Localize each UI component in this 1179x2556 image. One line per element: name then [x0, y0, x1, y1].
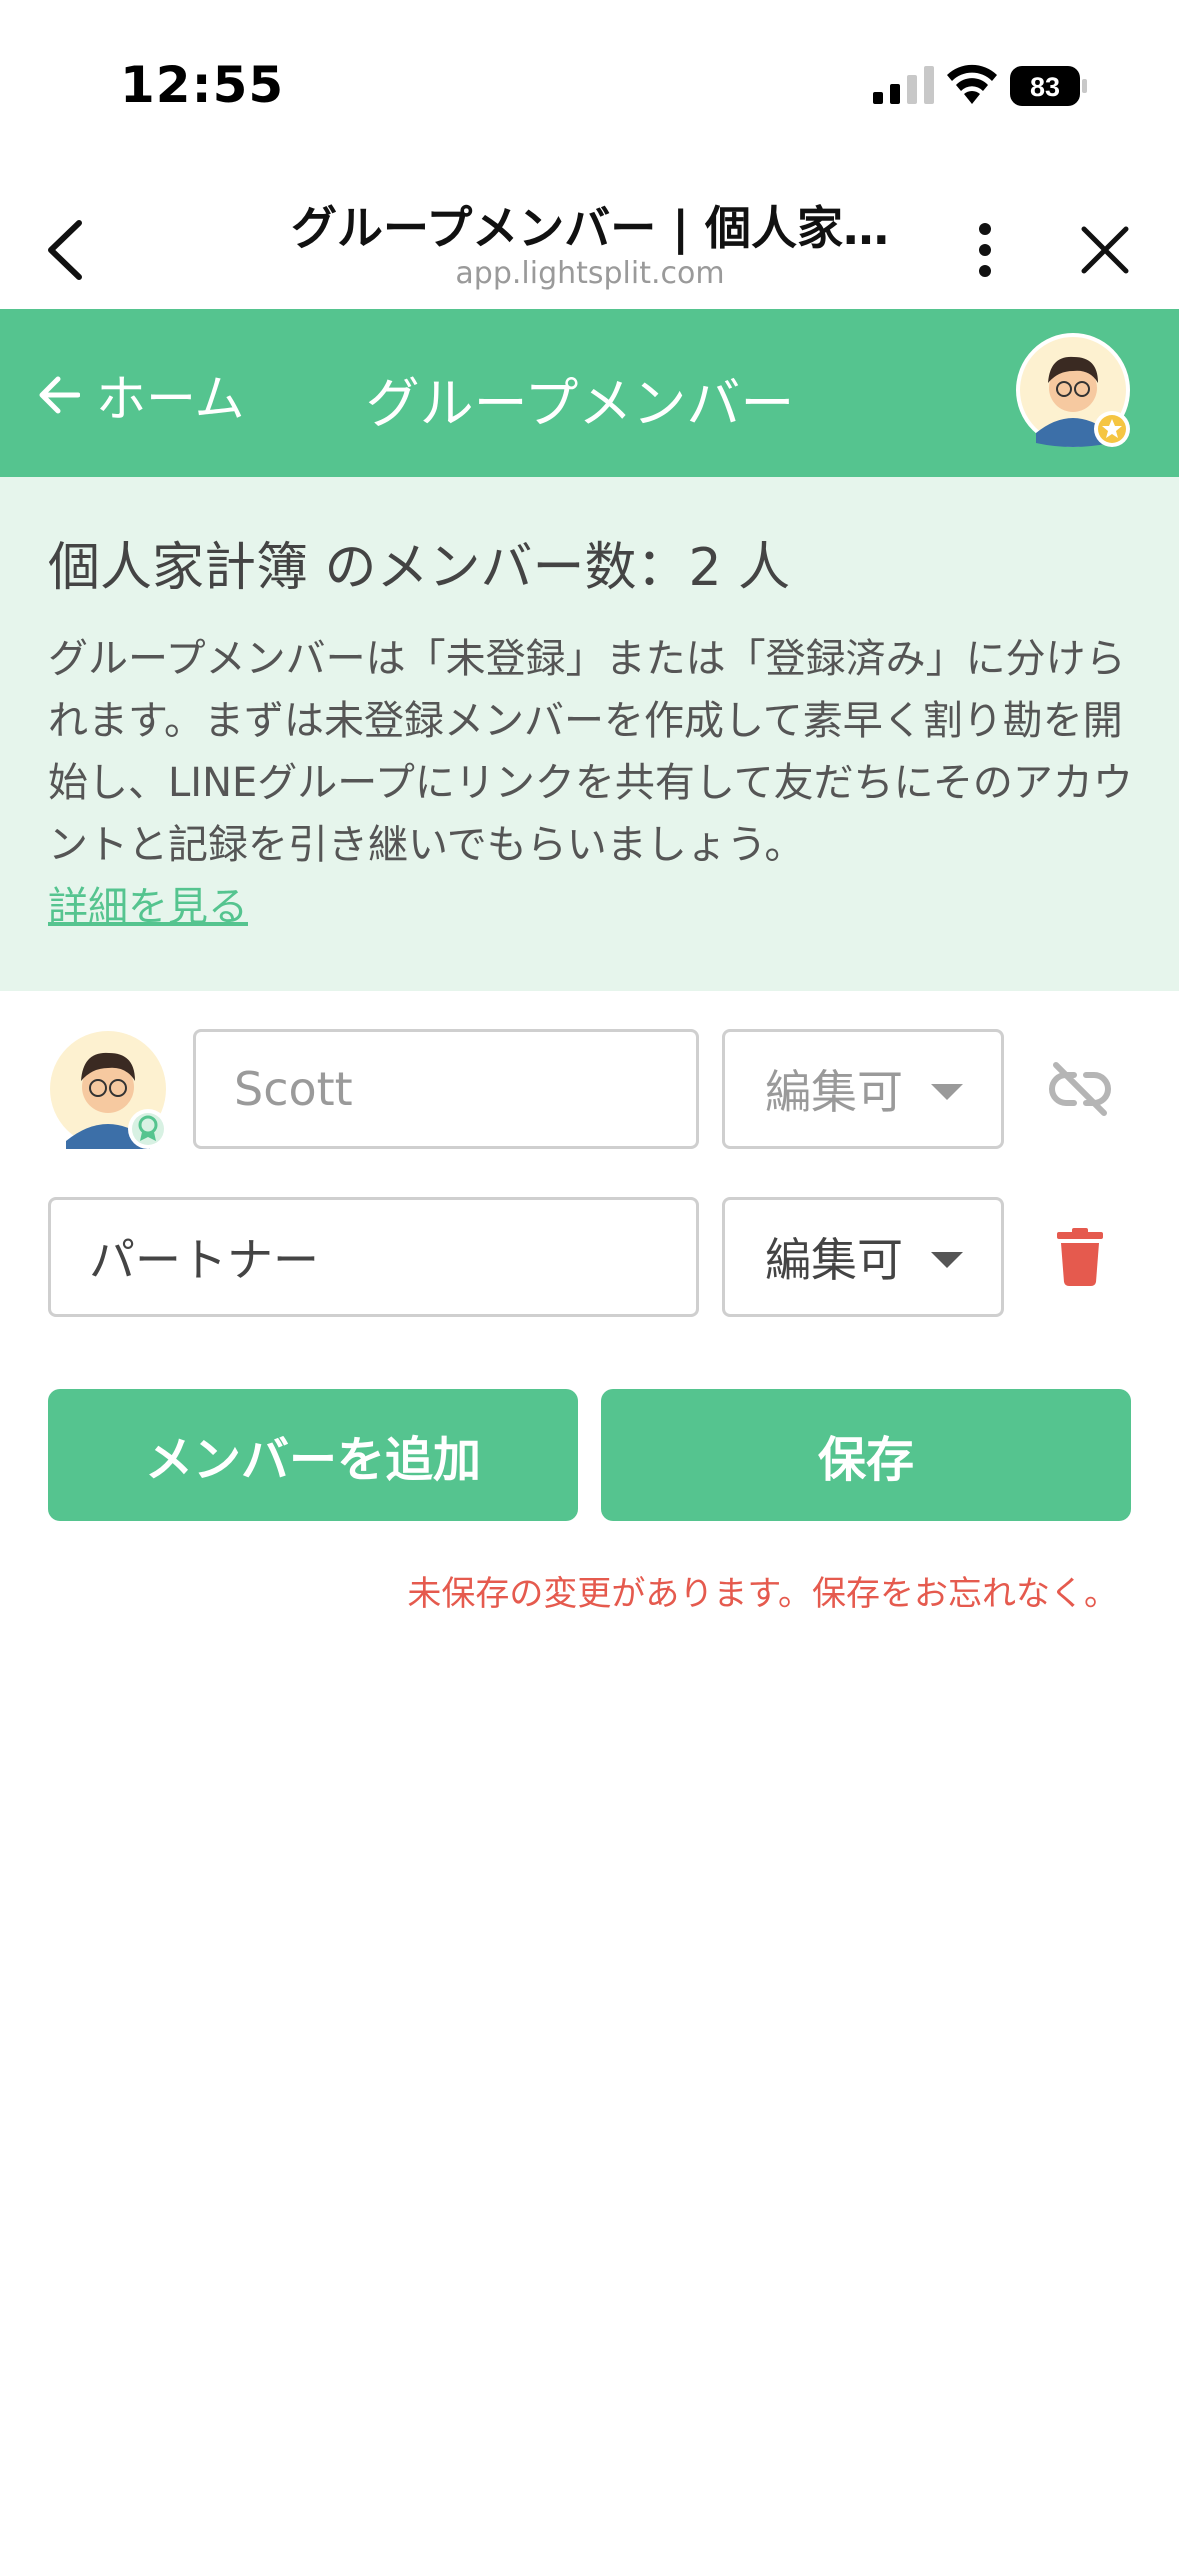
- permission-select[interactable]: 編集可: [722, 1029, 1004, 1149]
- info-description-text: グループメンバーは「未登録」または「登録済み」に分けられます。まずは未登録メンバ…: [48, 636, 1133, 868]
- browser-page-title: グループメンバー | 個人家…: [290, 201, 890, 255]
- chevron-left-icon: [48, 220, 82, 280]
- wifi-icon: [947, 64, 997, 104]
- delete-member-button[interactable]: [1040, 1217, 1120, 1297]
- browser-url: app.lightsplit.com: [455, 256, 725, 291]
- page-title: グループメンバー: [365, 372, 795, 435]
- permission-select[interactable]: 編集可: [722, 1197, 1004, 1317]
- member-name-input[interactable]: Scott: [193, 1029, 699, 1149]
- cellular-signal-icon: [873, 66, 934, 104]
- user-avatar[interactable]: [1016, 333, 1134, 451]
- browser-bar: グループメンバー | 個人家… app.lightsplit.com: [0, 170, 1179, 310]
- member-count-heading: 個人家計簿 のメンバー数：2 人: [48, 538, 791, 598]
- member-row: パートナー 編集可: [0, 1197, 1179, 1317]
- member-row: Scott 編集可: [0, 1029, 1179, 1149]
- permission-value: 編集可: [765, 1065, 903, 1119]
- member-name-input[interactable]: パートナー: [48, 1197, 699, 1317]
- close-icon: [1081, 226, 1129, 274]
- home-link-label: ホーム: [96, 370, 245, 428]
- browser-more-button[interactable]: [960, 210, 1010, 290]
- group-info-section: 個人家計簿 のメンバー数：2 人 グループメンバーは「未登録」または「登録済み」…: [0, 477, 1179, 991]
- trash-icon: [1057, 1228, 1103, 1286]
- battery-icon: 83: [1010, 66, 1087, 106]
- member-avatar: [50, 1031, 168, 1149]
- add-member-button[interactable]: メンバーを追加: [48, 1389, 578, 1521]
- arrow-left-icon: [39, 376, 80, 414]
- home-link[interactable]: ホーム: [38, 359, 245, 431]
- caret-down-icon: [931, 1084, 963, 1100]
- unlink-button[interactable]: [1040, 1049, 1120, 1129]
- battery-level: 83: [1030, 72, 1060, 102]
- status-time: 12:55: [120, 56, 285, 114]
- status-bar: 12:55 83: [0, 0, 1179, 170]
- permission-value: 編集可: [765, 1233, 903, 1287]
- browser-close-button[interactable]: [1070, 210, 1140, 290]
- save-button[interactable]: 保存: [601, 1389, 1131, 1521]
- more-vertical-icon: [979, 223, 991, 277]
- app-header: ホーム グループメンバー: [0, 309, 1179, 477]
- browser-back-button[interactable]: [30, 205, 100, 295]
- unlink-icon: [1049, 1062, 1111, 1116]
- caret-down-icon: [931, 1252, 963, 1268]
- unsaved-changes-message: 未保存の変更があります。保存をお忘れなく。: [407, 1574, 1118, 1614]
- info-description: グループメンバーは「未登録」または「登録済み」に分けられます。まずは未登録メンバ…: [48, 628, 1133, 938]
- details-link[interactable]: 詳細を見る: [48, 884, 248, 930]
